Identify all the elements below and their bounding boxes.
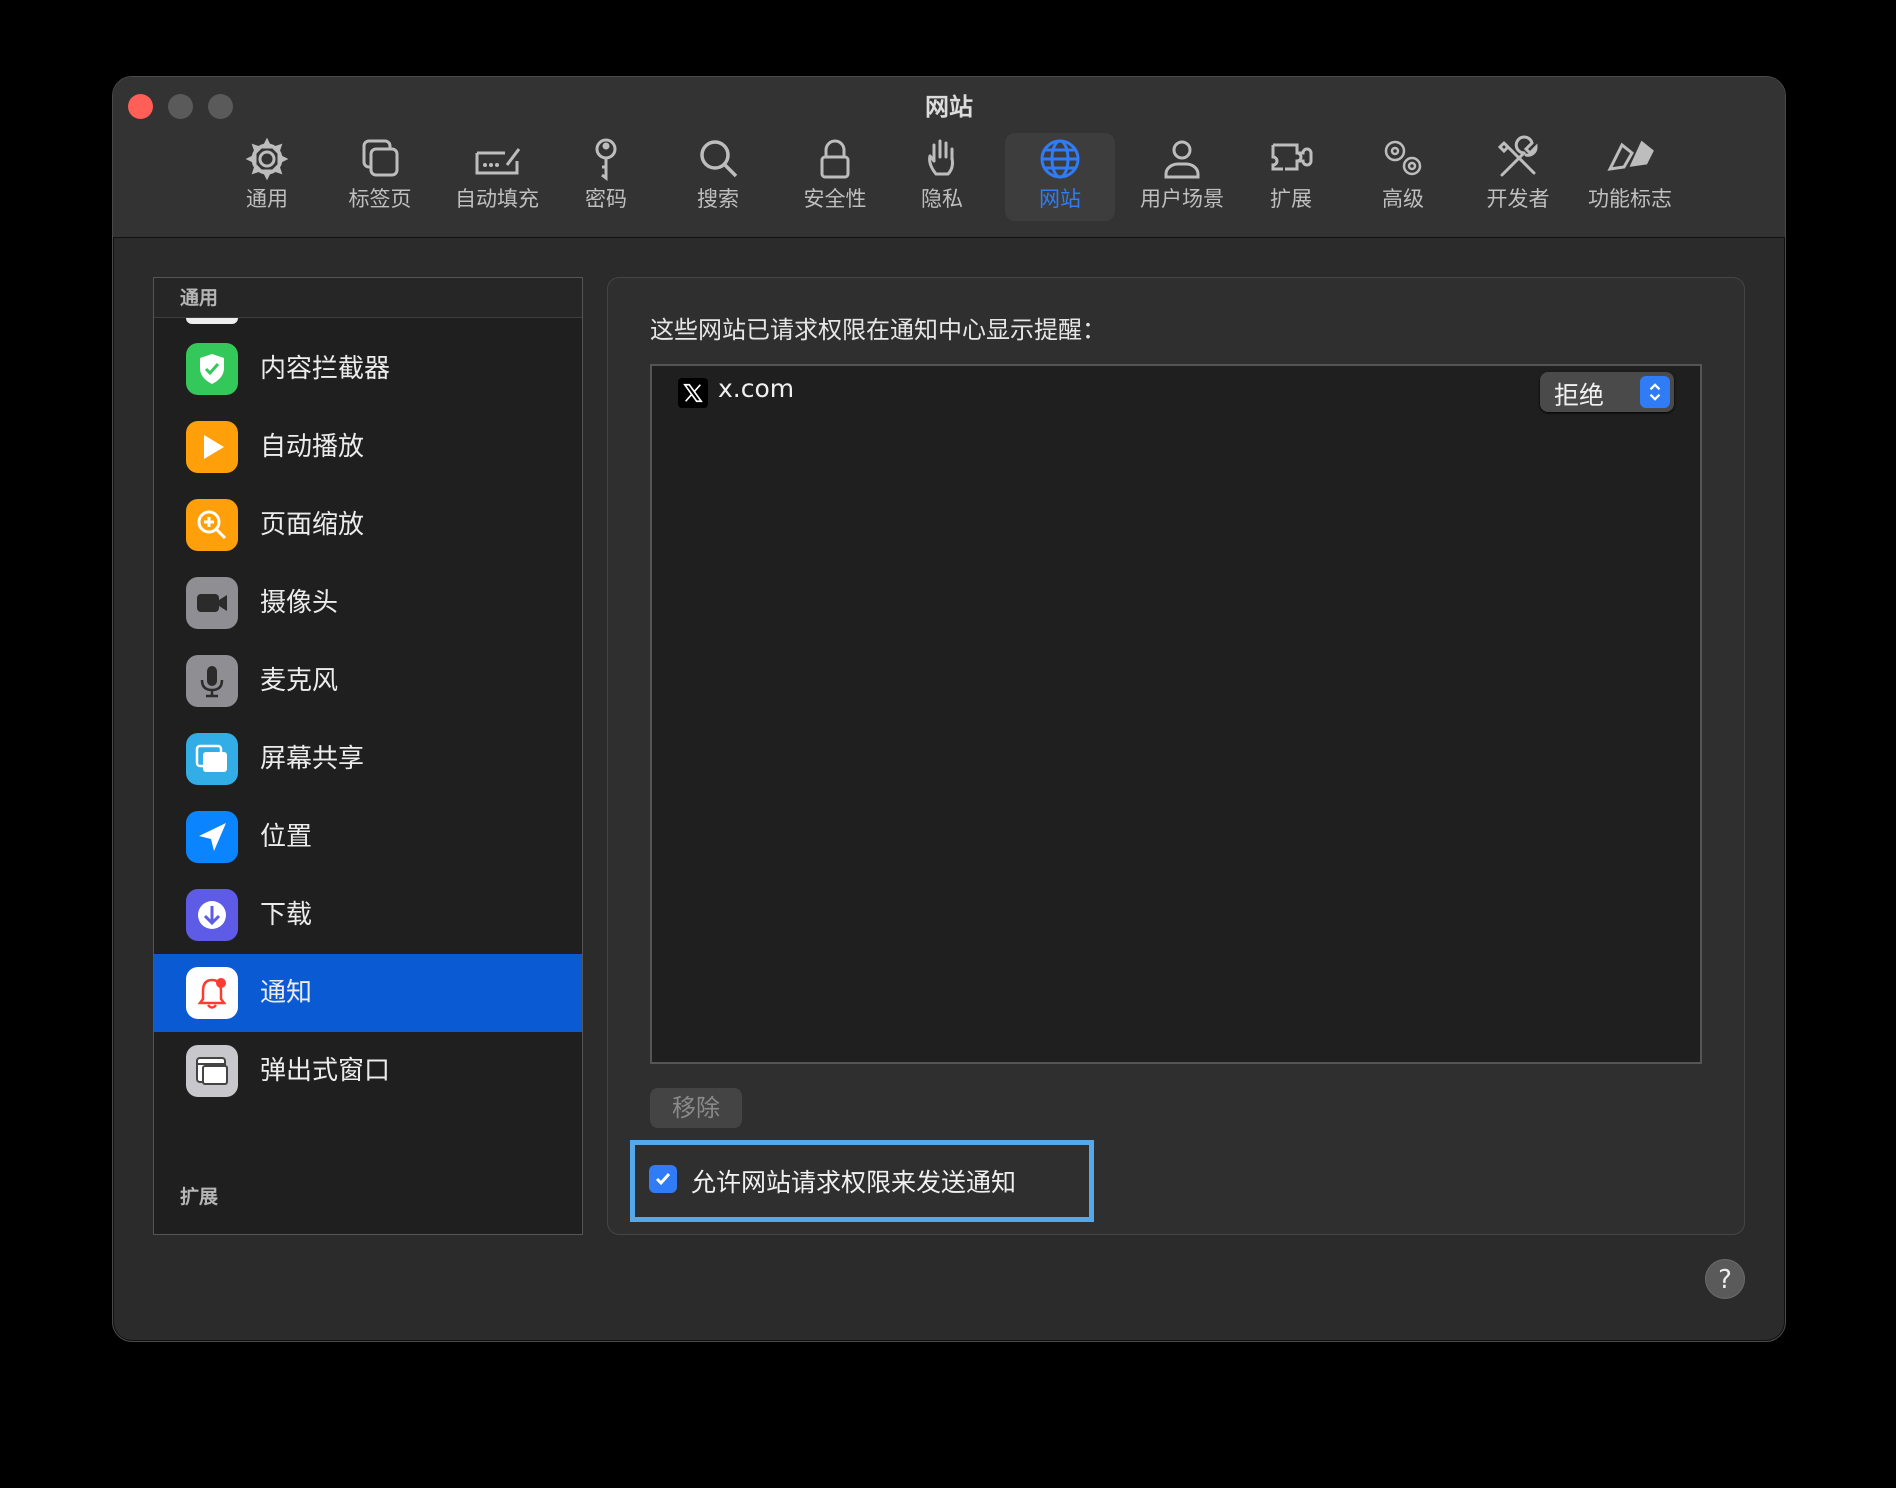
tabs-icon xyxy=(362,139,399,177)
tab-feature-flags-label: 功能标志 xyxy=(1588,187,1672,211)
allow-requests-option[interactable]: 允许网站请求权限来发送通知 xyxy=(630,1140,1094,1222)
tab-autofill-label: 自动填充 xyxy=(455,187,539,211)
sidebar-item-label: 页面缩放 xyxy=(260,510,365,540)
tab-passwords[interactable]: 密码 xyxy=(571,133,641,221)
tools-icon xyxy=(1497,135,1538,177)
site-name: x.com xyxy=(718,374,795,403)
camera-icon xyxy=(186,577,238,629)
location-arrow-icon xyxy=(186,811,238,863)
x-logo-icon xyxy=(678,378,708,408)
settings-toolbar: 通用 标签页 自动填充 密码 搜索 安全性 隐私 网站 用户场景 扩展 高级 开… xyxy=(113,133,1785,233)
tab-developer-label: 开发者 xyxy=(1486,187,1550,211)
popup-window-icon xyxy=(186,1045,238,1097)
tab-websites[interactable]: 网站 xyxy=(1005,133,1115,221)
tab-advanced[interactable]: 高级 xyxy=(1363,133,1443,221)
sidebar-item-label: 摄像头 xyxy=(260,588,339,618)
key-icon xyxy=(595,138,617,181)
tab-privacy-label: 隐私 xyxy=(921,187,963,211)
lock-icon xyxy=(820,139,850,179)
panel-title: 这些网站已请求权限在通知中心显示提醒： xyxy=(650,316,1106,344)
safari-settings-window: 网站 通用 标签页 自动填充 密码 搜索 安全性 隐私 网站 用户场景 扩展 高… xyxy=(112,76,1786,1342)
sidebar-item-label: 下载 xyxy=(260,900,313,930)
permission-select[interactable]: 拒绝 xyxy=(1540,372,1674,412)
sidebar-item-notifications[interactable]: 通知 xyxy=(154,954,582,1032)
tab-search[interactable]: 搜索 xyxy=(683,133,753,221)
tab-passwords-label: 密码 xyxy=(585,187,627,211)
zoom-icon xyxy=(186,499,238,551)
allow-requests-label: 允许网站请求权限来发送通知 xyxy=(691,1168,1017,1197)
checkmark-icon xyxy=(655,1173,671,1186)
tab-tabs[interactable]: 标签页 xyxy=(335,133,425,221)
permission-value: 拒绝 xyxy=(1554,381,1605,410)
tab-profiles[interactable]: 用户场景 xyxy=(1127,133,1237,221)
tab-feature-flags[interactable]: 功能标志 xyxy=(1575,133,1685,221)
tab-extensions-label: 扩展 xyxy=(1270,187,1312,211)
gear-icon xyxy=(245,137,289,181)
play-icon xyxy=(186,421,238,473)
tab-profiles-label: 用户场景 xyxy=(1140,187,1224,211)
puzzle-icon xyxy=(1271,143,1313,171)
sidebar-item-label: 内容拦截器 xyxy=(260,354,391,384)
microphone-icon xyxy=(186,655,238,707)
sidebar-item-label: 屏幕共享 xyxy=(260,744,365,774)
sidebar-item-microphone[interactable]: 麦克风 xyxy=(154,642,582,720)
tab-security-label: 安全性 xyxy=(803,187,867,211)
tab-security[interactable]: 安全性 xyxy=(795,133,875,221)
person-icon xyxy=(1164,140,1200,179)
tab-tabs-label: 标签页 xyxy=(348,187,412,211)
bell-icon xyxy=(186,967,238,1019)
allow-requests-checkbox[interactable] xyxy=(649,1165,677,1193)
table-row[interactable]: x.com 拒绝 xyxy=(652,368,1700,418)
sidebar-section-general: 通用 xyxy=(154,278,582,318)
download-icon xyxy=(186,889,238,941)
help-button[interactable]: ? xyxy=(1705,1259,1745,1299)
sidebar-item-page-zoom[interactable]: 页面缩放 xyxy=(154,486,582,564)
tab-autofill[interactable]: 自动填充 xyxy=(447,133,547,221)
sidebar-item-autoplay[interactable]: 自动播放 xyxy=(154,408,582,486)
gears-icon xyxy=(1384,140,1422,176)
globe-icon xyxy=(1040,139,1080,179)
tab-websites-label: 网站 xyxy=(1039,187,1081,211)
tab-advanced-label: 高级 xyxy=(1382,187,1424,211)
flags-icon xyxy=(1607,140,1654,171)
sidebar-item-label: 通知 xyxy=(260,978,313,1008)
sidebar-item-downloads[interactable]: 下载 xyxy=(154,876,582,954)
sidebar-item-popups[interactable]: 弹出式窗口 xyxy=(154,1032,582,1110)
tab-developer[interactable]: 开发者 xyxy=(1473,133,1563,221)
sidebar-item-camera[interactable]: 摄像头 xyxy=(154,564,582,642)
tab-extensions[interactable]: 扩展 xyxy=(1251,133,1331,221)
sidebar-item-content-blockers[interactable]: 内容拦截器 xyxy=(154,330,582,408)
chevron-up-down-icon xyxy=(1640,376,1670,408)
shield-check-icon xyxy=(186,343,238,395)
notifications-panel: 这些网站已请求权限在通知中心显示提醒： x.com 拒绝 移除 允许网站请求权限… xyxy=(607,277,1745,1235)
sidebar-item-label: 位置 xyxy=(260,822,313,852)
search-icon xyxy=(700,140,738,178)
autofill-icon xyxy=(475,148,521,175)
hand-icon xyxy=(928,139,954,176)
sidebar-section-extensions: 扩展 xyxy=(180,1186,219,1208)
tab-general[interactable]: 通用 xyxy=(227,133,307,221)
sidebar-item-screen-sharing[interactable]: 屏幕共享 xyxy=(154,720,582,798)
tab-privacy[interactable]: 隐私 xyxy=(907,133,977,221)
tab-search-label: 搜索 xyxy=(697,187,739,211)
titlebar: 网站 通用 标签页 自动填充 密码 搜索 安全性 隐私 网站 用户场景 扩展 高… xyxy=(113,77,1785,238)
sidebar-item-label: 麦克风 xyxy=(260,666,339,696)
sidebar-item-label: 弹出式窗口 xyxy=(260,1056,391,1086)
sidebar-item-label: 自动播放 xyxy=(260,432,365,462)
site-permissions-table[interactable]: x.com 拒绝 xyxy=(650,364,1702,1064)
sidebar-item-location[interactable]: 位置 xyxy=(154,798,582,876)
websites-sidebar[interactable]: 通用 内容拦截器 自动播放 页面缩放 摄像头 麦克风 屏幕共享 位置 下载 通知… xyxy=(153,277,583,1235)
screen-share-icon xyxy=(186,733,238,785)
tab-general-label: 通用 xyxy=(246,187,288,211)
window-title: 网站 xyxy=(925,93,973,121)
remove-button[interactable]: 移除 xyxy=(650,1088,742,1128)
